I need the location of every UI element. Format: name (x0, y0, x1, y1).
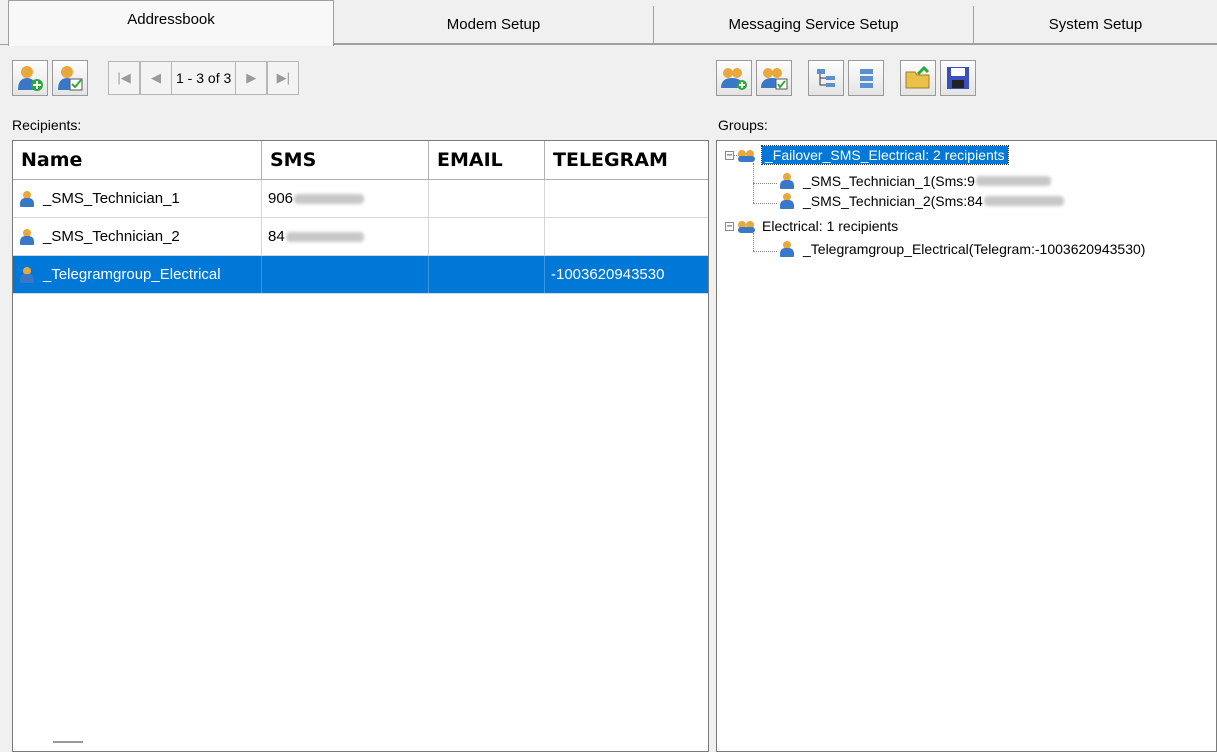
tab-label: Modem Setup (446, 16, 541, 33)
edit-user-icon (58, 66, 83, 91)
add-recipient-button[interactable] (12, 60, 48, 96)
group-icon (738, 219, 756, 233)
add-group-icon (721, 68, 747, 90)
member-label: _Telegramgroup_Electrical(Telegram:-1003… (803, 241, 1146, 257)
first-page-button[interactable]: |◀ (108, 61, 140, 95)
collapse-node-icon[interactable]: − (725, 221, 734, 231)
cell-name: _Telegramgroup_Electrical (13, 256, 262, 293)
open-folder-icon (905, 65, 930, 89)
tree-connector (753, 183, 777, 184)
cell-email (429, 180, 545, 217)
groups-tree[interactable]: − _Failover_SMS_Electrical: 2 recipients… (716, 140, 1217, 752)
groups-label: Groups: (718, 117, 768, 133)
cell-sms (262, 256, 429, 293)
tree-connector (753, 251, 777, 252)
tab-label: System Setup (1048, 16, 1143, 33)
group-label: _Failover_SMS_Electrical: 2 recipients (761, 145, 1009, 165)
next-page-icon: ▶ (246, 70, 257, 85)
edit-recipient-button[interactable] (52, 60, 88, 96)
cell-telegram: -1003620943530 (545, 256, 708, 293)
tab-system-setup[interactable]: System Setup (974, 6, 1217, 44)
pager-status: 1 - 3 of 3 (172, 61, 236, 95)
tree-node-group[interactable]: − _Failover_SMS_Electrical: 2 recipients (725, 145, 1009, 165)
horizontal-scroll-indicator[interactable] (53, 741, 83, 743)
recipients-label: Recipients: (12, 117, 82, 133)
recipient-name: _SMS_Technician_2 (43, 228, 180, 245)
grid-header: Name SMS EMAIL TELEGRAM (13, 141, 708, 180)
column-header-telegram[interactable]: TELEGRAM (545, 141, 708, 179)
cell-sms: 84 (262, 218, 429, 255)
cell-email (429, 218, 545, 255)
recipient-name: _Telegramgroup_Electrical (43, 266, 221, 283)
column-header-name[interactable]: Name (13, 141, 262, 179)
cell-name: _SMS_Technician_2 (13, 218, 262, 255)
cell-telegram (545, 180, 708, 217)
redacted-blur (975, 176, 1051, 186)
member-label: _SMS_Technician_2(Sms:84 (803, 193, 983, 209)
redacted-blur (294, 193, 365, 204)
tree-connector (753, 233, 754, 251)
open-button[interactable] (900, 60, 936, 96)
cell-email (429, 256, 545, 293)
expand-tree-icon (817, 69, 835, 87)
column-header-email[interactable]: EMAIL (429, 141, 545, 179)
tree-node-member[interactable]: _Telegramgroup_Electrical(Telegram:-1003… (779, 241, 1145, 257)
cell-sms: 906 (262, 180, 429, 217)
column-header-sms[interactable]: SMS (262, 141, 429, 179)
tab-label: Addressbook (127, 11, 215, 28)
user-icon (19, 228, 35, 245)
recipient-name: _SMS_Technician_1 (43, 190, 180, 207)
prev-page-icon: ◀ (151, 70, 161, 85)
edit-group-button[interactable] (756, 60, 792, 96)
tab-messaging-service-setup[interactable]: Messaging Service Setup (654, 6, 974, 44)
prev-page-button[interactable]: ◀ (140, 61, 172, 95)
tab-label: Messaging Service Setup (728, 16, 899, 33)
groups-toolbar (716, 60, 980, 96)
redacted-blur (285, 231, 364, 242)
collapse-tree-icon (860, 69, 873, 88)
table-row[interactable]: _SMS_Technician_1 906 (13, 180, 708, 218)
redacted-blur (983, 196, 1064, 206)
recipients-toolbar: |◀ ◀ 1 - 3 of 3 ▶ ▶| (12, 60, 300, 96)
table-row[interactable]: _SMS_Technician_2 84 (13, 218, 708, 256)
edit-group-icon (761, 68, 788, 90)
add-user-icon (18, 66, 43, 91)
member-label: _SMS_Technician_1(Sms:9 (803, 173, 975, 189)
tree-connector (753, 203, 777, 204)
save-icon (947, 67, 969, 89)
collapse-tree-button[interactable] (848, 60, 884, 96)
sms-value: 84 (268, 228, 285, 245)
cell-name: _SMS_Technician_1 (13, 180, 262, 217)
last-page-button[interactable]: ▶| (267, 61, 300, 95)
save-button[interactable] (940, 60, 976, 96)
next-page-button[interactable]: ▶ (235, 61, 268, 95)
user-icon (779, 173, 795, 189)
tab-bar: Addressbook Modem Setup Messaging Servic… (0, 0, 1217, 46)
table-row-selected[interactable]: _Telegramgroup_Electrical -1003620943530 (13, 256, 708, 294)
tree-node-group[interactable]: − Electrical: 1 recipients (725, 218, 898, 234)
first-page-icon: |◀ (117, 70, 131, 85)
user-icon (779, 193, 795, 209)
user-icon (779, 241, 795, 257)
user-icon (19, 190, 35, 207)
collapse-node-icon[interactable]: − (725, 150, 734, 160)
tab-addressbook[interactable]: Addressbook (8, 0, 334, 46)
recipients-grid[interactable]: Name SMS EMAIL TELEGRAM _SMS_Technician_… (12, 140, 709, 752)
last-page-icon: ▶| (276, 70, 290, 85)
sms-value: 906 (268, 190, 294, 207)
user-icon (19, 266, 35, 283)
tab-modem-setup[interactable]: Modem Setup (334, 6, 654, 44)
tree-node-member[interactable]: _SMS_Technician_1(Sms:9 (779, 173, 1051, 189)
telegram-value: -1003620943530 (551, 266, 665, 283)
tree-node-member[interactable]: _SMS_Technician_2(Sms:84 (779, 193, 1064, 209)
expand-tree-button[interactable] (808, 60, 844, 96)
group-icon (738, 148, 756, 162)
add-group-button[interactable] (716, 60, 752, 96)
group-label: Electrical: 1 recipients (762, 218, 899, 234)
cell-telegram (545, 218, 708, 255)
